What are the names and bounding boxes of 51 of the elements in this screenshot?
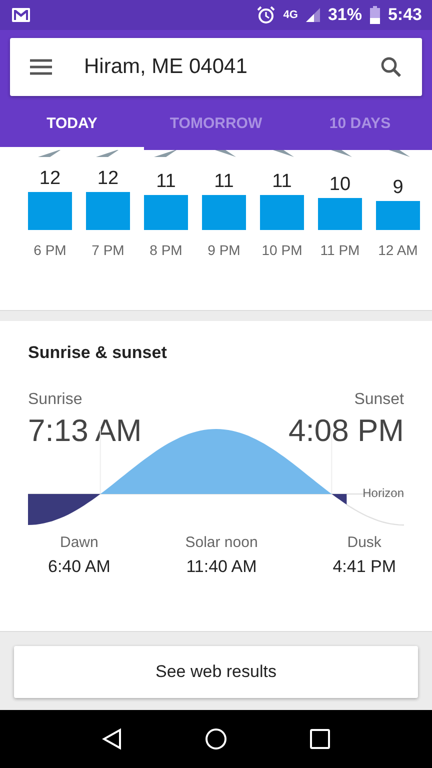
event-label: Dawn [60,534,98,551]
temperature-bar [144,195,188,230]
search-icon[interactable] [380,56,402,78]
temperature-bar [28,192,72,230]
temperature-label: 10 [329,174,351,196]
event-label: Solar noon [185,534,258,551]
battery-icon [370,6,380,24]
hour-label: 10 PM [262,242,302,258]
horizon-label: Horizon [362,486,404,500]
network-label: 4G [283,9,298,21]
wind-arrow-icon [96,150,120,158]
mail-icon [12,8,30,22]
temperature-bar [260,195,304,230]
temperature-bar [202,195,246,230]
temperature-label: 11 [156,171,176,193]
back-icon[interactable] [102,728,122,750]
hour-label: 8 PM [150,242,182,258]
clock-time: 5:43 [388,5,422,25]
temperature-label: 12 [39,168,61,190]
sunrise-time: 7:13 AM [28,413,142,449]
alarm-icon [257,6,276,24]
battery-percent: 31% [328,5,362,25]
hour-label: 7 PM [92,242,124,258]
sunrise-label: Sunrise [28,391,84,409]
temperature-bar [376,201,420,230]
hour-label: 12 AM [378,242,418,258]
temperature-label: 11 [272,171,292,193]
web-results-button[interactable]: See web results [14,646,418,698]
hour-label: 9 PM [208,242,240,258]
search-bar[interactable]: Hiram, ME 04041 [10,38,422,96]
event-time: 6:40 AM [48,557,110,577]
event-label: Dusk [347,534,382,551]
temperature-bar [86,192,130,230]
menu-icon[interactable] [30,59,52,75]
temperature-label: 12 [97,168,119,190]
temperature-label: 11 [214,171,234,193]
temperature-label: 9 [392,177,404,199]
signal-icon [306,8,320,22]
home-icon[interactable] [204,728,227,750]
wind-arrow-icon [154,150,178,158]
card-title: Sunrise & sunset [28,343,168,363]
wind-arrow-icon [38,150,62,158]
temperature-bar [318,198,362,230]
hour-label: 11 PM [320,242,360,258]
event-time: 11:40 AM [186,557,257,577]
sunset-label: Sunset [354,391,404,409]
location-field[interactable]: Hiram, ME 04041 [84,55,380,79]
hour-label: 6 PM [34,242,66,258]
event-time: 4:41 PM [332,557,396,577]
recents-icon[interactable] [310,729,330,749]
sunset-time: 4:08 PM [288,413,404,449]
